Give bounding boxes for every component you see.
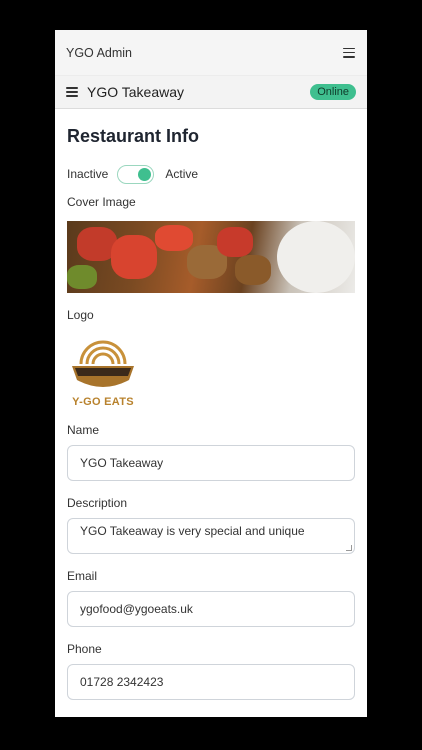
- phone-input[interactable]: 01728 2342423: [67, 664, 355, 700]
- noodle-bowl-icon: [72, 340, 134, 387]
- app-header: YGO Admin: [55, 30, 367, 76]
- sidebar-hamburger-icon[interactable]: [66, 87, 78, 97]
- email-label: Email: [67, 569, 98, 583]
- store-bar: YGO Takeaway Online: [55, 76, 367, 109]
- store-name: YGO Takeaway: [87, 84, 185, 100]
- status-toggle-row: Inactive Active: [67, 164, 355, 184]
- email-input[interactable]: ygofood@ygoeats.uk: [67, 591, 355, 627]
- active-toggle[interactable]: [117, 164, 155, 184]
- logo-label: Logo: [67, 308, 94, 322]
- active-label: Active: [165, 167, 199, 181]
- cover-image-label: Cover Image: [67, 195, 136, 209]
- inactive-label: Inactive: [67, 167, 109, 181]
- toggle-knob: [138, 167, 152, 181]
- phone-screen: YGO Admin YGO Takeaway Online Restaurant…: [55, 30, 367, 717]
- restaurant-logo[interactable]: Y-GO EATS: [67, 336, 139, 408]
- resize-handle[interactable]: [346, 545, 352, 551]
- menu-hamburger-icon[interactable]: [343, 47, 355, 58]
- app-title: YGO Admin: [66, 45, 132, 60]
- description-textarea[interactable]: YGO Takeaway is very special and unique: [67, 518, 355, 554]
- description-value: YGO Takeaway is very special and unique: [80, 524, 305, 538]
- status-badge: Online: [310, 84, 356, 100]
- description-label: Description: [67, 496, 128, 510]
- name-input[interactable]: YGO Takeaway: [67, 445, 355, 481]
- cover-image[interactable]: [67, 221, 355, 293]
- main-content: Restaurant Info Inactive Active Cover Im…: [55, 124, 367, 700]
- page-title: Restaurant Info: [67, 126, 200, 146]
- phone-label: Phone: [67, 642, 102, 656]
- logo-text: Y-GO EATS: [72, 396, 134, 408]
- name-label: Name: [67, 423, 100, 437]
